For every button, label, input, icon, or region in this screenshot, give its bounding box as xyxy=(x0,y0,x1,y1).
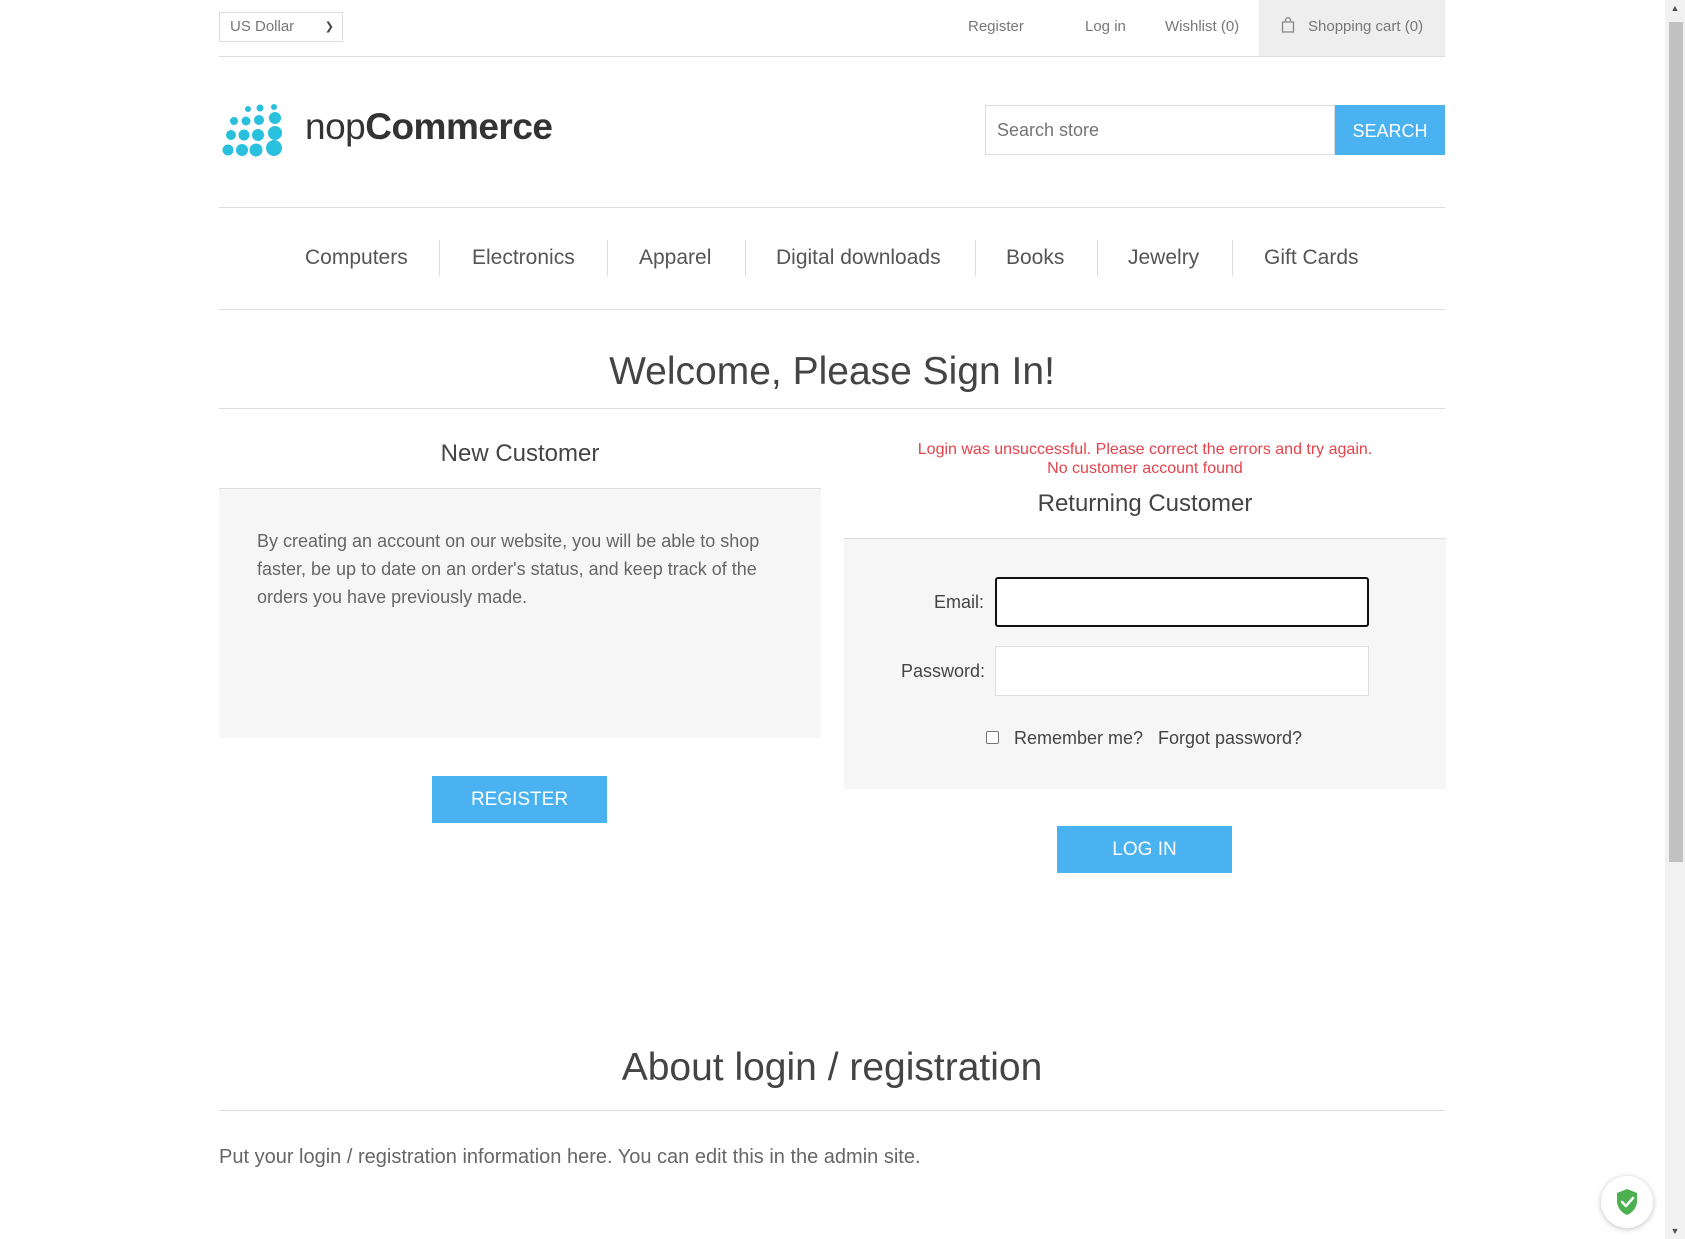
nopcommerce-logo-icon[interactable] xyxy=(222,104,294,158)
search-input[interactable] xyxy=(985,105,1335,155)
logo-prefix: nop xyxy=(305,106,366,147)
divider xyxy=(219,1110,1445,1111)
menu-separator xyxy=(975,240,976,276)
password-label: Password: xyxy=(901,661,986,681)
menu-item-jewelry[interactable]: Jewelry xyxy=(1128,246,1199,270)
divider xyxy=(219,408,1445,409)
page: US Dollar ❯ Register Log in Wishlist (0)… xyxy=(0,0,1665,1239)
menu-item-digital-downloads[interactable]: Digital downloads xyxy=(776,246,941,270)
email-field[interactable] xyxy=(995,577,1369,627)
currency-select[interactable]: US Dollar ❯ xyxy=(219,12,343,42)
menu-item-books[interactable]: Books xyxy=(1006,246,1064,270)
login-error-message: Login was unsuccessful. Please correct t… xyxy=(917,441,1373,458)
new-customer-title: New Customer xyxy=(440,440,600,467)
wishlist-link[interactable]: Wishlist (0) xyxy=(1165,18,1239,35)
menu-item-electronics[interactable]: Electronics xyxy=(472,246,575,270)
new-customer-panel: By creating an account on our website, y… xyxy=(219,489,821,738)
security-widget[interactable] xyxy=(1601,1176,1653,1228)
menu-item-gift-cards[interactable]: Gift Cards xyxy=(1264,246,1359,270)
menu-item-apparel[interactable]: Apparel xyxy=(639,246,711,270)
scrollbar-thumb[interactable] xyxy=(1669,22,1683,862)
new-customer-text: By creating an account on our website, y… xyxy=(257,531,760,607)
login-error-detail: No customer account found xyxy=(1047,460,1243,477)
login-button[interactable]: LOG IN xyxy=(1057,826,1232,873)
menu-separator xyxy=(745,240,746,276)
remember-me-checkbox[interactable] xyxy=(986,731,999,744)
login-link[interactable]: Log in xyxy=(1085,18,1126,35)
password-field[interactable] xyxy=(995,646,1369,696)
logo-text[interactable]: nopCommerce xyxy=(305,106,553,148)
register-link[interactable]: Register xyxy=(968,18,1024,35)
register-button[interactable]: REGISTER xyxy=(432,776,607,823)
shopping-cart-link[interactable]: Shopping cart (0) xyxy=(1259,0,1445,56)
scroll-down-arrow-icon[interactable]: ▼ xyxy=(1665,1223,1685,1239)
shield-check-icon xyxy=(1617,1189,1637,1215)
forgot-password-link[interactable]: Forgot password? xyxy=(1158,728,1302,749)
logo-suffix: Commerce xyxy=(365,106,553,147)
top-menu: Computers Electronics Apparel Digital do… xyxy=(219,207,1445,310)
vertical-scrollbar[interactable]: ▲ ▼ xyxy=(1665,0,1685,1239)
shopping-bag-icon xyxy=(1281,17,1295,33)
currency-value: US Dollar xyxy=(230,18,295,35)
returning-customer-title: Returning Customer xyxy=(1037,490,1253,517)
chevron-down-icon: ❯ xyxy=(324,21,334,33)
scroll-up-arrow-icon[interactable]: ▲ xyxy=(1665,0,1685,16)
search-button[interactable]: SEARCH xyxy=(1335,105,1445,155)
cart-label: Shopping cart (0) xyxy=(1308,18,1424,35)
menu-separator xyxy=(439,240,440,276)
page-title: Welcome, Please Sign In! xyxy=(609,350,1055,393)
about-text: Put your login / registration informatio… xyxy=(219,1146,921,1168)
email-label: Email: xyxy=(934,592,985,612)
menu-item-computers[interactable]: Computers xyxy=(305,246,408,270)
about-title: About login / registration xyxy=(621,1046,1043,1089)
menu-separator xyxy=(1097,240,1098,276)
menu-separator xyxy=(607,240,608,276)
menu-separator xyxy=(1232,240,1233,276)
header-links-bar: US Dollar ❯ Register Log in Wishlist (0)… xyxy=(219,0,1445,57)
remember-me-label[interactable]: Remember me? xyxy=(1014,728,1143,749)
